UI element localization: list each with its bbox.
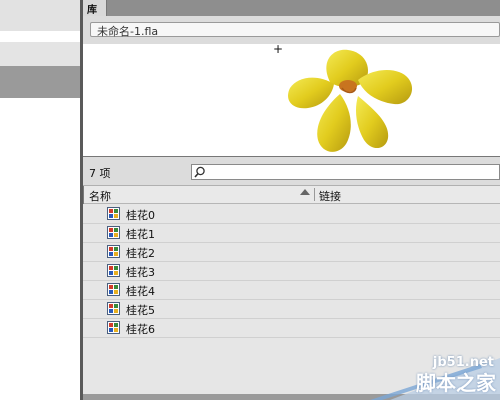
stage-toolbar-strip	[0, 0, 80, 31]
graphic-symbol-icon	[107, 207, 120, 220]
library-count-bar: 7 项	[83, 157, 500, 186]
tab-library[interactable]: 库	[83, 0, 107, 16]
list-item[interactable]: 桂花0	[83, 204, 500, 224]
watermark-name: 脚本之家	[416, 371, 496, 395]
flower-preview-graphic	[288, 49, 413, 152]
stage-panel-strip	[0, 42, 80, 66]
graphic-symbol-icon	[107, 264, 120, 277]
list-item-label: 桂花0	[126, 209, 155, 222]
column-linkage[interactable]: 链接	[319, 188, 341, 204]
list-item-label: 桂花4	[126, 285, 155, 298]
list-item-label: 桂花1	[126, 228, 155, 241]
stage-area	[0, 0, 80, 400]
sort-ascending-icon[interactable]	[300, 189, 310, 195]
graphic-symbol-icon	[107, 283, 120, 296]
item-count: 7 项	[89, 167, 111, 180]
document-name: 未命名-1.fla	[97, 25, 159, 38]
list-item-label: 桂花3	[126, 266, 155, 279]
panel-titlebar: 库	[83, 0, 500, 16]
graphic-symbol-icon	[107, 302, 120, 315]
list-item[interactable]: 桂花6	[83, 318, 500, 338]
list-item[interactable]: 桂花3	[83, 261, 500, 281]
graphic-symbol-icon	[107, 245, 120, 258]
graphic-symbol-icon	[107, 226, 120, 239]
stage-dark-strip	[0, 66, 80, 98]
list-item[interactable]: 桂花2	[83, 242, 500, 262]
list-item[interactable]: 桂花5	[83, 299, 500, 319]
list-item-label: 桂花6	[126, 323, 155, 336]
column-separator[interactable]	[314, 188, 315, 201]
search-icon	[194, 166, 205, 178]
symbol-preview: +	[83, 42, 500, 157]
document-bar: 未命名-1.fla	[83, 16, 500, 45]
column-name[interactable]: 名称	[89, 188, 111, 204]
list-item[interactable]: 桂花4	[83, 280, 500, 300]
graphic-symbol-icon	[107, 321, 120, 334]
tab-library-label: 库	[87, 5, 97, 16]
list-item-label: 桂花2	[126, 247, 155, 260]
stage-gap	[0, 31, 80, 42]
library-panel: 库 未命名-1.fla + 7 项 名称 链接 桂花0 桂花1 桂花2 桂花3 …	[83, 0, 500, 400]
list-column-header: 名称 链接	[83, 186, 500, 204]
list-item[interactable]: 桂花1	[83, 223, 500, 243]
library-search-input[interactable]	[191, 164, 500, 180]
watermark: jb51.net 脚本之家	[370, 348, 500, 400]
list-item-label: 桂花5	[126, 304, 155, 317]
document-select[interactable]: 未命名-1.fla	[90, 22, 500, 38]
